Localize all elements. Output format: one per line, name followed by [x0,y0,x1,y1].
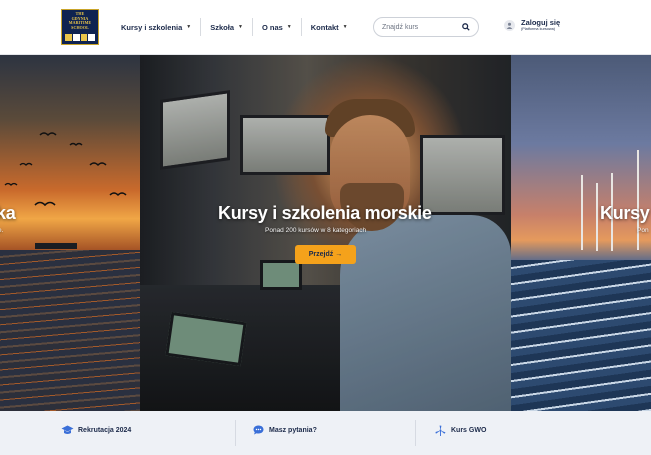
slide-title: Kursy i szkolenia morskie [218,203,432,223]
nav-item-label: Kursy i szkolenia [121,22,183,32]
slide-next[interactable]: Kursy Pon [511,55,651,411]
slide-subtitle: Ponad 200 kursów w 8 kategoriach [265,227,367,234]
slide-previous[interactable]: ka e. [0,55,140,411]
quick-link-label: Kurs GWO [451,426,487,434]
quick-link-rekrutacja[interactable]: Rekrutacja 2024 [61,425,131,435]
user-icon [504,20,515,31]
slide-subtitle: Pon [637,227,649,234]
graduation-cap-icon [61,425,74,435]
nav-item-o-nas[interactable]: O nas ▼ [253,17,301,37]
chevron-down-icon: ▼ [286,24,292,30]
nav-item-label: O nas [261,22,283,32]
search-input[interactable]: Znajdź kurs [382,24,461,31]
bar-divider [415,420,416,446]
wind-turbine-icon [434,424,447,436]
wind-turbine-image [581,175,583,250]
slide-title: Kursy [600,203,650,223]
main-nav: Kursy i szkolenia ▼ Szkoła ▼ O nas ▼ Kon… [112,17,357,37]
quick-link-label: Rekrutacja 2024 [78,426,132,434]
logo-stripe [65,34,95,41]
chat-bubble-icon [252,425,265,435]
quick-link-gwo[interactable]: Kurs GWO [434,424,487,436]
site-header: THE GDYNIA MARITIME SCHOOL Kursy i szkol… [0,0,651,55]
chevron-down-icon: ▼ [186,24,192,30]
go-button[interactable]: Przejdź → [295,245,356,264]
school-logo[interactable]: THE GDYNIA MARITIME SCHOOL [61,9,99,45]
nav-item-label: Szkoła [210,22,234,32]
login-subtitle: (Platforma kursowa) [521,27,555,31]
quick-link-label: Masz pytania? [269,426,317,434]
chevron-down-icon: ▼ [342,24,348,30]
nav-item-label: Kontakt [310,22,339,32]
quick-link-pytania[interactable]: Masz pytania? [252,425,317,435]
bar-divider [235,420,236,446]
login-link[interactable]: Zaloguj się (Platforma kursowa) [504,19,560,32]
slide-subtitle: e. [0,227,4,234]
nav-item-kursy[interactable]: Kursy i szkolenia ▼ [112,17,200,37]
hero-carousel[interactable]: ka e. Kursy i szkolenia morskie Ponad 20… [0,55,651,411]
wind-turbine-image [596,183,598,251]
nav-item-szkola[interactable]: Szkoła ▼ [201,17,252,37]
chevron-down-icon: ▼ [238,24,243,30]
nav-item-kontakt[interactable]: Kontakt ▼ [302,17,357,37]
sea-image [511,260,651,411]
slide-active[interactable]: Kursy i szkolenia morskie Ponad 200 kurs… [140,55,511,411]
sea-image [0,250,140,411]
slide-title: ka [0,203,16,223]
search-icon[interactable] [461,23,470,32]
wind-turbine-image [637,150,639,250]
seagulls-image [4,132,127,207]
quick-links-bar: Rekrutacja 2024 Masz pytania? Kurs GWO [0,411,651,455]
search-box[interactable]: Znajdź kurs [373,17,479,37]
ship-image [35,243,77,249]
logo-line-4: SCHOOL [71,24,89,30]
login-title: Zaloguj się [521,18,561,27]
